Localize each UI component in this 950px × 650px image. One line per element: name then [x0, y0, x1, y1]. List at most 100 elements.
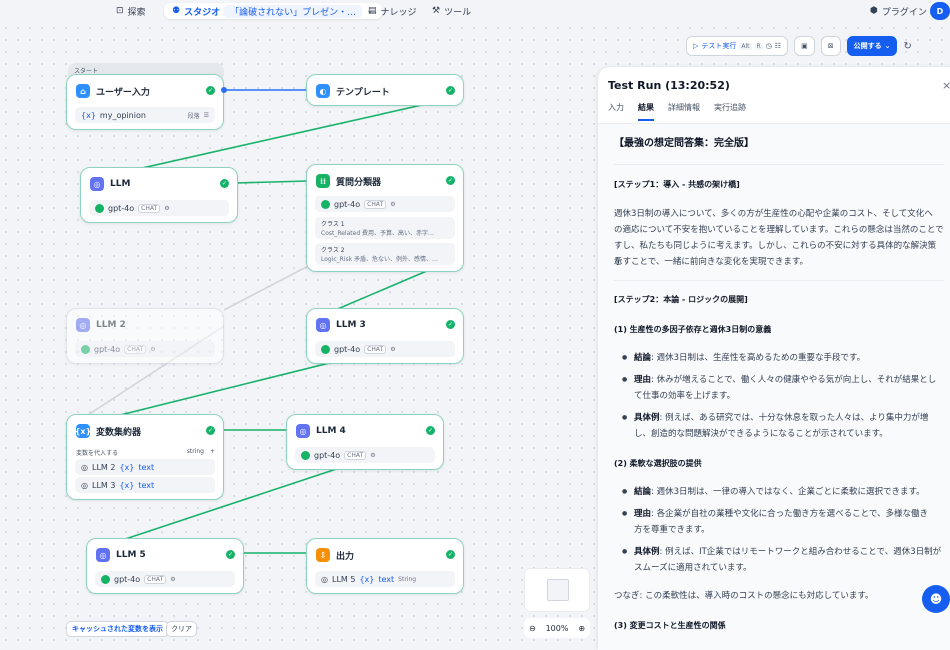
node-variable-aggregator[interactable]: {x} 変数集約器 ✓ 変数を代入する string + ◎ LLM 2 {x}…	[66, 414, 224, 500]
success-check-icon: ✓	[206, 86, 215, 95]
list-item: 具体例: 例えば、IT企業ではリモートワークと組み合わせることで、週休3日制が	[622, 544, 942, 560]
model-row[interactable]: gpt-4o CHAT ⚙	[295, 447, 435, 463]
node-llm-2[interactable]: ◎ LLM 2 gpt-4o CHAT ⚙	[66, 308, 224, 364]
bullet-text-cont: て仕事の効率を上げます。	[634, 391, 736, 401]
test-run-button[interactable]: ▷ テスト実行 Alt R ◷ ☷	[686, 36, 789, 56]
model-row[interactable]: gpt-4o CHAT ⚙	[315, 196, 455, 212]
settings-icon[interactable]: ⚙	[150, 346, 155, 353]
success-check-icon: ✓	[226, 550, 235, 559]
zoom-out-icon[interactable]: ⊖	[529, 624, 536, 633]
node-title: LLM	[110, 179, 131, 189]
input-variable-row[interactable]: {x} my_opinion 段落 ☰	[75, 107, 215, 123]
nav-explore[interactable]: ⊡ 探索	[108, 3, 154, 19]
success-check-icon: ✓	[446, 176, 455, 185]
node-title: 質問分類器	[336, 177, 382, 188]
model-row[interactable]: gpt-4o CHAT ⚙	[89, 200, 229, 216]
class-text: Cost_Related 費用、予算、高い、赤字…	[321, 230, 435, 237]
close-icon[interactable]: ×	[942, 79, 950, 92]
play-icon: ▷	[693, 42, 699, 50]
success-check-icon: ✓	[220, 179, 229, 188]
node-title: テンプレート	[336, 87, 390, 98]
clear-button[interactable]: クリア	[166, 621, 197, 637]
list-item: 結論: 週休3日制は、生産性を高めるための重要な手段です。	[622, 350, 942, 366]
nav-tools[interactable]: ⚒ ツール	[424, 3, 479, 19]
variable-source: LLM 2	[91, 462, 116, 472]
node-header: ◎ LLM 4	[296, 424, 346, 438]
tool-icon: ⚒	[432, 6, 441, 16]
nav-studio[interactable]: ⚉ スタジオ 「論破されない」プレゼン・… ⌄	[164, 3, 382, 19]
section-heading: (2) 柔軟な選択肢の提供	[614, 459, 702, 468]
llm-icon: ◎	[76, 318, 90, 332]
output-variable-row[interactable]: ◎ LLM 5 {x} text String	[315, 571, 455, 587]
bullet-text: : 週休3日制は、生産性を高めるための重要な手段です。	[651, 353, 866, 363]
nav-explore-label: 探索	[127, 7, 146, 18]
features-button[interactable]: ▣	[794, 36, 815, 56]
history-icon[interactable]: ◷	[766, 42, 772, 50]
settings-icon[interactable]: ⚙	[390, 346, 395, 353]
node-output[interactable]: ⇩ 出力 ✓ ◎ LLM 5 {x} text String	[306, 538, 464, 594]
nav-studio-label: スタジオ	[184, 7, 221, 18]
model-row[interactable]: gpt-4o CHAT ⚙	[315, 341, 455, 357]
openai-icon	[95, 203, 104, 213]
node-user-input[interactable]: ⌂ ユーザー入力 ✓ {x} my_opinion 段落 ☰	[66, 74, 224, 130]
llm-icon: ◎	[96, 548, 110, 562]
settings-icon[interactable]: ⚙	[170, 576, 175, 583]
settings-icon[interactable]: ⚙	[370, 452, 375, 459]
show-cached-variables-button[interactable]: キャッシュされた変数を表示	[66, 621, 169, 637]
chat-assistant-button[interactable]: ☻	[922, 585, 950, 613]
nav-knowledge[interactable]: ▤ ナレッジ	[360, 3, 425, 19]
step-1-heading: [ステップ1：導入 - 共感の架け橋]	[614, 180, 740, 189]
node-llm-3[interactable]: ◎ LLM 3 ✓ gpt-4o CHAT ⚙	[306, 308, 464, 364]
variable-icon: {x}	[75, 424, 91, 438]
mode-chip: CHAT	[144, 574, 167, 584]
publish-button[interactable]: 公開する ⌄	[846, 36, 898, 56]
class-2[interactable]: クラス 2 Logic_Risk 矛盾、危ない、例外、感情、…	[315, 243, 455, 265]
node-llm-5[interactable]: ◎ LLM 5 ✓ gpt-4o CHAT ⚙	[86, 538, 244, 594]
home-icon: ⌂	[76, 84, 90, 98]
nav-plugins[interactable]: ⬢ プラグイン	[862, 3, 935, 19]
llm-small-icon: ◎	[81, 462, 88, 472]
aggregated-variable-1[interactable]: ◎ LLM 2 {x} text	[75, 459, 215, 475]
mode-chip: CHAT	[364, 344, 387, 354]
settings-icon[interactable]: ⚙	[164, 205, 169, 212]
test-run-label: テスト実行	[701, 42, 737, 50]
node-template[interactable]: ◐ テンプレート ✓	[306, 74, 464, 106]
zoom-in-icon[interactable]: ⊕	[578, 624, 585, 633]
zoom-level[interactable]: 100%	[546, 624, 569, 633]
list-item: 理由: 各企業が自社の業種や文化に合った働き方を選べることで、多様な働き	[622, 506, 942, 522]
env-button[interactable]: ⊠	[820, 36, 841, 56]
avatar[interactable]: D	[930, 2, 950, 20]
section-heading: (1) 生産性の多因子依存と週休3日制の意義	[614, 325, 772, 334]
mode-chip: CHAT	[344, 450, 367, 460]
app-breadcrumb[interactable]: 「論破されない」プレゼン・…	[224, 4, 363, 18]
model-row[interactable]: gpt-4o CHAT ⚙	[75, 341, 215, 357]
node-header: ⌂ ユーザー入力	[76, 84, 150, 98]
checklist-icon[interactable]: ☷	[775, 42, 781, 50]
result-content[interactable]: 【最強の想定問答集：完全版】 [ステップ1：導入 - 共感の架け橋] 週休3日制…	[598, 123, 950, 650]
tab-result[interactable]: 結果	[638, 102, 654, 121]
node-question-classifier[interactable]: ⁞⁞ 質問分類器 ✓ gpt-4o CHAT ⚙ クラス 1 Cost_Rela…	[306, 164, 464, 272]
variable-name: text	[138, 480, 155, 490]
aggregated-variable-2[interactable]: ◎ LLM 3 {x} text	[75, 477, 215, 493]
paragraph-line: の適応について不安を抱いていることを理解しています。これらの懸念は当然のことで	[614, 225, 944, 235]
plus-icon[interactable]: +	[210, 448, 215, 457]
node-header: ◐ テンプレート	[316, 84, 390, 98]
tab-input[interactable]: 入力	[608, 102, 624, 121]
node-output-handle[interactable]	[221, 87, 227, 93]
minimap-viewport[interactable]	[547, 579, 569, 601]
node-llm-4[interactable]: ◎ LLM 4 ✓ gpt-4o CHAT ⚙	[286, 414, 444, 470]
variable-source: LLM 5	[331, 574, 356, 584]
tab-trace[interactable]: 実行追跡	[714, 102, 746, 121]
model-row[interactable]: gpt-4o CHAT ⚙	[95, 571, 235, 587]
tab-details[interactable]: 詳細情報	[668, 102, 700, 121]
bullet-label: 理由	[634, 375, 652, 385]
bullet-label: 具体例	[634, 413, 660, 423]
settings-icon[interactable]: ⚙	[390, 201, 395, 208]
workflow-toolbar: ▷ テスト実行 Alt R ◷ ☷ ▣ ⊠ 公開する ⌄ ↻	[686, 35, 912, 57]
zoom-control: ⊖ 100% ⊕	[524, 618, 590, 638]
variable-source: LLM 3	[91, 480, 116, 490]
node-llm[interactable]: ◎ LLM ✓ gpt-4o CHAT ⚙	[80, 167, 238, 223]
minimap[interactable]	[524, 568, 590, 612]
history-icon[interactable]: ↻	[903, 41, 911, 52]
class-1[interactable]: クラス 1 Cost_Related 費用、予算、高い、赤字…	[315, 217, 455, 239]
